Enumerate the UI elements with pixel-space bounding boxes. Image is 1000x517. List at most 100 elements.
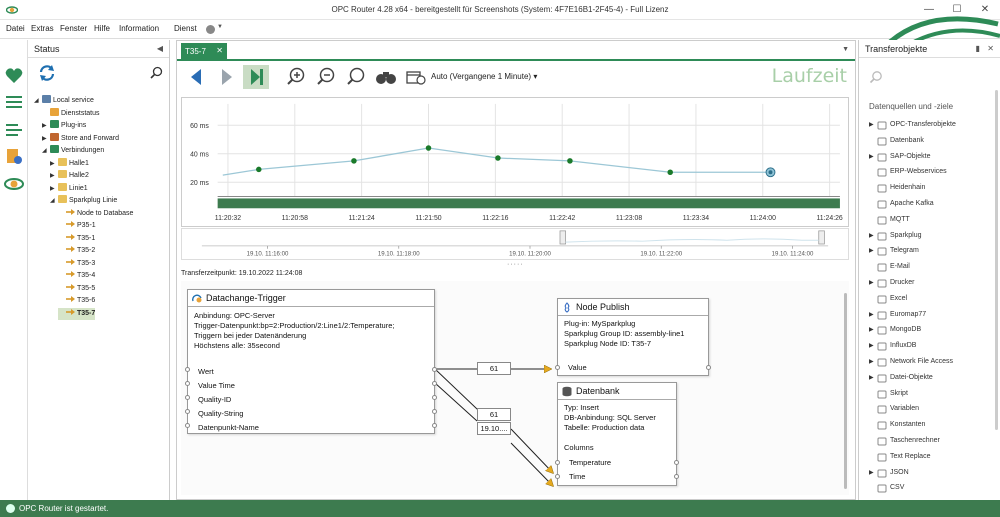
chevron-down-icon[interactable]: ▼ — [217, 24, 223, 30]
auto-refresh-icon[interactable] — [403, 65, 429, 89]
transfer-object-item[interactable]: CSV — [859, 483, 1000, 495]
chevron-right-icon[interactable]: ▶ — [869, 279, 874, 286]
tree-item[interactable]: ▶ Plug-ins — [42, 120, 86, 132]
transfer-object-item[interactable]: ▶ Euromap77 — [859, 310, 1000, 322]
datenbank-field-temperature[interactable]: Temperature — [563, 458, 617, 468]
input-port[interactable] — [555, 474, 560, 479]
service-status-dot-icon[interactable] — [206, 25, 215, 34]
trigger-field-datenpunkt-name[interactable]: Datenpunkt-Name — [188, 421, 434, 435]
step-back-icon[interactable] — [183, 65, 209, 89]
search-icon[interactable] — [869, 70, 883, 84]
transfer-object-item[interactable]: Text Replace — [859, 452, 1000, 464]
input-port[interactable] — [185, 423, 190, 428]
datenbank-field-time[interactable]: Time — [563, 472, 591, 482]
transfer-object-item[interactable]: ▶ Sparkplug — [859, 231, 1000, 243]
tree-item[interactable]: T35-4 — [58, 270, 95, 282]
connector-value[interactable]: 19.10.... — [477, 422, 511, 435]
chevron-right-icon[interactable]: ▶ — [869, 232, 874, 239]
chevron-right-icon[interactable]: ▶ — [869, 153, 874, 160]
transfer-object-item[interactable]: ▶ MongoDB — [859, 325, 1000, 337]
chevron-right-icon[interactable]: ▶ — [869, 469, 874, 476]
auto-range-dropdown[interactable]: Auto (Vergangene 1 Minute) ▾ — [431, 72, 537, 81]
chevron-right-icon[interactable]: ▶ — [50, 160, 58, 167]
heart-pulse-icon[interactable] — [4, 66, 24, 86]
input-port[interactable] — [185, 381, 190, 386]
menu-fenster[interactable]: Fenster — [60, 24, 87, 33]
transfer-object-item[interactable]: Heidenhain — [859, 183, 1000, 195]
transfer-object-item[interactable]: ▶ InfluxDB — [859, 341, 1000, 353]
datenbank-block[interactable]: Datenbank Typ: Insert DB-Anbindung: SQL … — [555, 382, 679, 486]
transfer-object-item[interactable]: Taschenrechner — [859, 436, 1000, 448]
tree-item[interactable]: ◢ Verbindungen — [42, 145, 104, 157]
zoom-in-icon[interactable] — [283, 65, 309, 89]
input-port[interactable] — [185, 395, 190, 400]
output-port[interactable] — [432, 409, 437, 414]
input-port[interactable] — [555, 365, 560, 370]
connector-value[interactable]: 61 — [477, 362, 511, 375]
transfer-object-item[interactable]: Datenbank — [859, 136, 1000, 148]
chevron-right-icon[interactable]: ▶ — [869, 374, 874, 381]
pin-icon[interactable]: ▮ — [976, 44, 980, 53]
opc-router-icon[interactable] — [4, 174, 24, 194]
output-port[interactable] — [674, 474, 679, 479]
tree-item[interactable]: ▶ Halle1 — [50, 157, 89, 170]
chevron-right-icon[interactable]: ▶ — [50, 172, 58, 179]
menu-information[interactable]: Information — [119, 24, 159, 33]
splitter-handle[interactable]: ····· — [507, 261, 524, 268]
transfer-object-item[interactable]: MQTT — [859, 215, 1000, 227]
search-icon[interactable] — [150, 66, 163, 79]
tree-item[interactable]: Dienststatus — [42, 107, 100, 120]
output-port[interactable] — [674, 460, 679, 465]
tree-item[interactable]: ◢ Local service — [34, 95, 94, 107]
tree-item[interactable]: Node to Database — [58, 208, 133, 220]
zoom-reset-icon[interactable] — [343, 65, 369, 89]
chevron-right-icon[interactable]: ▶ — [869, 311, 874, 318]
close-tab-icon[interactable]: ✕ — [216, 46, 223, 55]
zoom-out-icon[interactable] — [313, 65, 339, 89]
step-forward-icon[interactable] — [213, 65, 239, 89]
tree-item[interactable]: ◢ Sparkplug Linie — [50, 195, 117, 207]
output-port[interactable] — [432, 395, 437, 400]
transfer-lines-icon[interactable] — [4, 120, 24, 140]
tab-menu-chevron-icon[interactable]: ▼ — [842, 46, 849, 53]
transfer-object-item[interactable]: ▶ Datei-Objekte — [859, 373, 1000, 385]
transfer-object-item[interactable]: ▶ Network File Access — [859, 357, 1000, 369]
menu-extras[interactable]: Extras — [31, 24, 54, 33]
node-publish-block[interactable]: Node Publish Plug-in: MySparkplug Sparkp… — [555, 298, 711, 376]
runtime-chart[interactable]: 20 ms 40 ms 60 ms 11:20:32 11:20:58 11:21:24 1… — [181, 97, 849, 227]
trigger-field-wert[interactable]: Wert — [188, 365, 434, 379]
chevron-right-icon[interactable]: ▶ — [50, 185, 58, 192]
tree-item[interactable]: T35-3 — [58, 258, 95, 270]
skip-to-end-icon[interactable] — [243, 65, 269, 89]
canvas-scrollbar[interactable] — [844, 293, 847, 489]
transfer-object-item[interactable]: ▶ Telegram — [859, 246, 1000, 258]
output-port[interactable] — [706, 365, 711, 370]
transfer-object-item[interactable]: Skript — [859, 389, 1000, 401]
chevron-down-icon[interactable]: ◢ — [42, 147, 50, 154]
trigger-field-quality-string[interactable]: Quality-String — [188, 407, 434, 421]
transfer-panel-scrollbar[interactable] — [995, 90, 998, 430]
chevron-right-icon[interactable]: ▶ — [42, 122, 50, 129]
input-port[interactable] — [185, 409, 190, 414]
output-port[interactable] — [432, 381, 437, 386]
tree-item[interactable]: T35-2 — [58, 245, 95, 257]
transfer-object-item[interactable]: Variablen — [859, 404, 1000, 416]
close-panel-icon[interactable]: ✕ — [987, 44, 994, 53]
chevron-right-icon[interactable]: ▶ — [869, 358, 874, 365]
transfer-object-item[interactable]: Konstanten — [859, 420, 1000, 432]
output-port[interactable] — [432, 423, 437, 428]
tree-item[interactable]: P35-1 — [58, 220, 96, 232]
transfer-object-item[interactable]: ▶ JSON — [859, 468, 1000, 480]
trigger-field-value-time[interactable]: Value Time — [188, 379, 434, 393]
transfer-object-item[interactable]: ▶ OPC-Transferobjekte — [859, 120, 1000, 132]
menu-datei[interactable]: Datei — [6, 24, 25, 33]
chevron-down-icon[interactable]: ◢ — [50, 197, 58, 204]
tree-item[interactable]: T35-7 — [58, 307, 96, 320]
transfer-object-item[interactable]: Excel — [859, 294, 1000, 306]
transfer-object-item[interactable]: E-Mail — [859, 262, 1000, 274]
tab-t35-7[interactable]: T35-7 ✕ — [181, 43, 227, 61]
transfer-object-item[interactable]: ▶ Drucker — [859, 278, 1000, 290]
tree-item[interactable]: T35-1 — [58, 233, 95, 245]
chevron-right-icon[interactable]: ▶ — [869, 326, 874, 333]
datachange-trigger-block[interactable]: Datachange-Trigger Anbindung: OPC-Server… — [185, 289, 437, 435]
